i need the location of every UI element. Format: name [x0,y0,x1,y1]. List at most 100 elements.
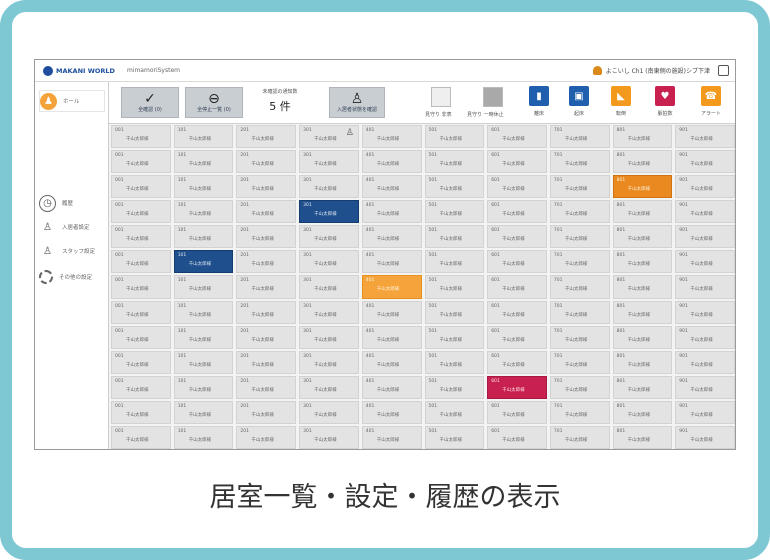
room-cell[interactable]: 701 千山太郎様 [549,200,610,224]
room-cell[interactable]: 401 千山太郎様 [361,150,422,174]
room-cell[interactable]: 001 千山太郎様 [111,350,171,374]
room-cell[interactable]: 301 千山太郎様 ♙ [299,125,359,149]
room-cell[interactable]: 301 千山太郎様 [299,200,359,224]
room-cell[interactable]: 601 千山太郎様 [487,175,547,199]
room-cell[interactable]: 701 千山太郎様 [549,225,610,249]
room-cell[interactable]: 601 千山太郎様 [487,125,547,149]
room-cell[interactable]: 201 千山太郎様 [236,275,297,299]
room-cell[interactable]: 001 千山太郎様 [111,425,171,449]
room-cell[interactable]: 101 千山太郎様 [173,375,234,399]
room-cell[interactable]: 701 千山太郎様 [549,400,610,424]
filter-toggle-paused[interactable] [483,87,503,107]
room-cell[interactable]: 701 千山太郎様 [549,250,610,274]
room-cell[interactable]: 301 千山太郎様 [299,375,359,399]
room-cell[interactable]: 301 千山太郎様 [299,225,359,249]
room-cell[interactable]: 301 千山太郎様 [299,425,359,449]
room-cell[interactable]: 201 千山太郎様 [236,150,297,174]
room-cell[interactable]: 401 千山太郎様 [361,175,422,199]
room-cell[interactable]: 401 千山太郎様 [361,125,422,149]
room-cell[interactable]: 101 千山太郎様 [173,350,234,374]
room-cell[interactable]: 501 千山太郎様 [424,325,485,349]
room-cell[interactable]: 701 千山太郎様 [549,325,610,349]
room-cell[interactable]: 301 千山太郎様 [299,350,359,374]
room-cell[interactable]: 001 千山太郎様 [111,325,171,349]
room-cell[interactable]: 101 千山太郎様 [173,175,234,199]
room-cell[interactable]: 101 千山太郎様 [173,125,234,149]
room-cell[interactable]: 101 千山太郎様 [173,150,234,174]
room-cell[interactable]: 601 千山太郎様 [487,250,547,274]
room-cell[interactable]: 001 千山太郎様 [111,300,171,324]
room-cell[interactable]: 601 千山太郎様 [487,400,547,424]
room-cell[interactable]: 901 千山太郎様 [675,400,735,424]
room-cell[interactable]: 001 千山太郎様 [111,225,171,249]
room-cell[interactable]: 801 千山太郎様 [612,350,673,374]
room-cell[interactable]: 301 千山太郎様 [299,175,359,199]
room-cell[interactable]: 901 千山太郎様 [675,325,735,349]
room-cell[interactable]: 901 千山太郎様 [675,350,735,374]
room-cell[interactable]: 301 千山太郎様 [299,275,359,299]
room-cell[interactable]: 801 千山太郎様 [612,375,673,399]
sidebar-item-history[interactable]: ◷ 履歴 [39,192,73,214]
room-cell[interactable]: 601 千山太郎様 [487,150,547,174]
room-cell[interactable]: 301 千山太郎様 [299,150,359,174]
sidebar-item-hall[interactable]: ♟ ホール [39,90,105,112]
room-cell[interactable]: 901 千山太郎様 [675,375,735,399]
stop-all-button[interactable]: ⊖ 全停止一覧 (0) [185,87,243,118]
room-cell[interactable]: 401 千山太郎様 [361,225,422,249]
room-cell[interactable]: 501 千山太郎様 [424,150,485,174]
room-cell[interactable]: 001 千山太郎様 [111,400,171,424]
room-cell[interactable]: 701 千山太郎様 [549,175,610,199]
room-cell[interactable]: 401 千山太郎様 [361,375,422,399]
confirm-all-button[interactable]: ✓ 全確認 (0) [121,87,179,118]
room-cell[interactable]: 001 千山太郎様 [111,250,171,274]
room-cell[interactable]: 601 千山太郎様 [487,300,547,324]
room-cell[interactable]: 501 千山太郎様 [424,125,485,149]
room-cell[interactable]: 201 千山太郎様 [236,200,297,224]
room-cell[interactable]: 201 千山太郎様 [236,175,297,199]
room-cell[interactable]: 801 千山太郎様 [612,275,673,299]
room-cell[interactable]: 401 千山太郎様 [361,275,422,299]
room-cell[interactable]: 201 千山太郎様 [236,350,297,374]
room-cell[interactable]: 201 千山太郎様 [236,375,297,399]
room-cell[interactable]: 801 千山太郎様 [612,175,673,199]
room-cell[interactable]: 101 千山太郎様 [173,225,234,249]
room-cell[interactable]: 801 千山太郎様 [612,225,673,249]
room-cell[interactable]: 001 千山太郎様 [111,375,171,399]
room-cell[interactable]: 201 千山太郎様 [236,400,297,424]
room-cell[interactable]: 701 千山太郎様 [549,125,610,149]
room-cell[interactable]: 401 千山太郎様 [361,400,422,424]
room-cell[interactable]: 901 千山太郎様 [675,225,735,249]
room-cell[interactable]: 501 千山太郎様 [424,275,485,299]
room-cell[interactable]: 501 千山太郎様 [424,400,485,424]
room-cell[interactable]: 301 千山太郎様 [299,325,359,349]
room-cell[interactable]: 701 千山太郎様 [549,275,610,299]
room-cell[interactable]: 101 千山太郎様 [173,250,234,274]
room-cell[interactable]: 901 千山太郎様 [675,150,735,174]
room-cell[interactable]: 601 千山太郎様 [487,275,547,299]
room-cell[interactable]: 501 千山太郎様 [424,175,485,199]
room-cell[interactable]: 601 千山太郎様 [487,325,547,349]
room-cell[interactable]: 501 千山太郎様 [424,375,485,399]
room-cell[interactable]: 601 千山太郎様 [487,225,547,249]
room-cell[interactable]: 901 千山太郎様 [675,425,735,449]
room-cell[interactable]: 801 千山太郎様 [612,325,673,349]
room-cell[interactable]: 901 千山太郎様 [675,200,735,224]
logout-icon[interactable] [718,65,729,76]
room-cell[interactable]: 701 千山太郎様 [549,150,610,174]
room-cell[interactable]: 301 千山太郎様 [299,300,359,324]
fall-icon[interactable]: ◣ [611,86,631,106]
bed-exit-icon[interactable]: ▮ [529,86,549,106]
room-cell[interactable]: 701 千山太郎様 [549,300,610,324]
room-cell[interactable]: 501 千山太郎様 [424,225,485,249]
room-cell[interactable]: 101 千山太郎様 [173,325,234,349]
sidebar-item-resident-settings[interactable]: ♙ 入居者設定 [39,216,90,238]
resident-status-button[interactable]: ♙ 入居者状態を確認 [329,87,385,118]
filter-toggle-hidden[interactable] [431,87,451,107]
room-cell[interactable]: 001 千山太郎様 [111,175,171,199]
room-cell[interactable]: 701 千山太郎様 [549,350,610,374]
room-cell[interactable]: 801 千山太郎様 [612,400,673,424]
wake-icon[interactable]: ▣ [569,86,589,106]
room-cell[interactable]: 701 千山太郎様 [549,425,610,449]
room-cell[interactable]: 601 千山太郎様 [487,350,547,374]
room-cell[interactable]: 301 千山太郎様 [299,250,359,274]
